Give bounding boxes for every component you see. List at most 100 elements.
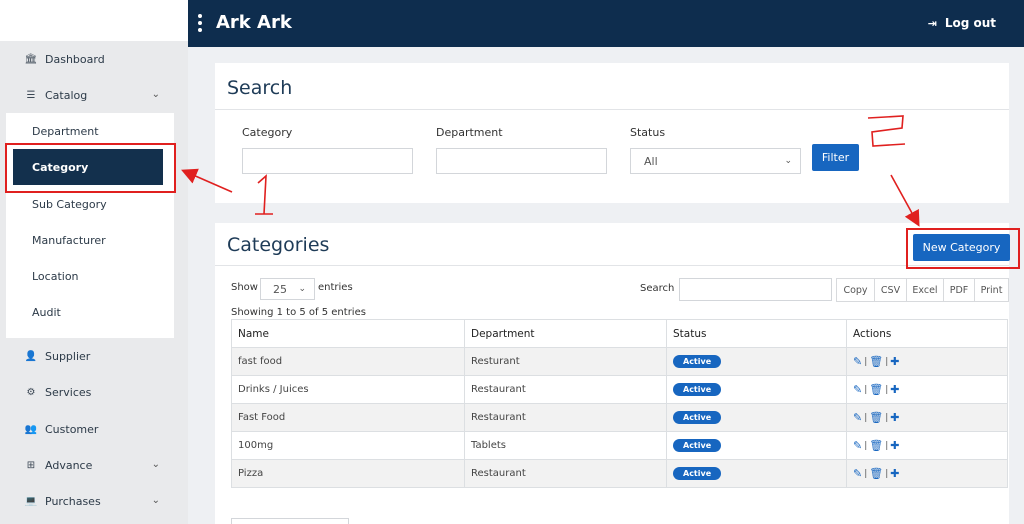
logout-icon: ⇥ — [927, 16, 937, 30]
trash-icon[interactable]: 🗑 — [869, 467, 883, 480]
sidebar: 🏛 Dashboard ☰ Catalog ⌄ Department Categ… — [0, 0, 188, 524]
cell-department: Tablets — [464, 431, 667, 460]
sidebar-item-advance[interactable]: ⊞ Advance ⌄ — [0, 447, 188, 483]
logout-label: Log out — [944, 16, 996, 30]
sidebar-item-label: Purchases — [45, 494, 101, 508]
sidebar-item-label: Advance — [45, 458, 93, 472]
sidebar-item-label: Customer — [45, 422, 99, 436]
list-icon: ☰ — [26, 89, 36, 101]
table-row: Fast Food Restaurant Active ✎ | 🗑 | ✚ — [231, 403, 1008, 432]
cell-name: 100mg — [231, 431, 465, 460]
cell-status: Active — [666, 347, 847, 376]
filter-button[interactable]: Filter — [812, 144, 859, 171]
table-header-row: Name Department Status Actions — [231, 319, 1008, 348]
column-header-name[interactable]: Name — [231, 319, 465, 348]
submenu-item-location[interactable]: Location — [6, 258, 174, 294]
department-label: Department — [436, 126, 503, 139]
plus-icon[interactable]: ✚ — [890, 383, 899, 396]
entries-label: entries — [318, 282, 353, 293]
cell-department: Restaurant — [464, 375, 667, 404]
entries-value: 25 — [273, 282, 287, 296]
table-row: Pizza Restaurant Active ✎ | 🗑 | ✚ — [231, 459, 1008, 488]
users-icon: 👥 — [24, 423, 38, 435]
pdf-button[interactable]: PDF — [943, 278, 975, 302]
edit-icon[interactable]: ✎ — [853, 439, 862, 452]
column-header-actions: Actions — [846, 319, 1008, 348]
edit-icon[interactable]: ✎ — [853, 467, 862, 480]
gear-icon: ⚙ — [26, 386, 36, 398]
entries-select[interactable]: 25 ⌄ — [260, 278, 315, 300]
copy-button[interactable]: Copy — [836, 278, 875, 302]
column-header-status[interactable]: Status — [666, 319, 847, 348]
status-select-value: All — [644, 154, 658, 168]
csv-button[interactable]: CSV — [874, 278, 907, 302]
status-badge: Active — [673, 411, 722, 424]
plus-icon[interactable]: ✚ — [890, 467, 899, 480]
sidebar-item-label: Dashboard — [45, 52, 105, 66]
plus-icon[interactable]: ✚ — [890, 439, 899, 452]
categories-table: Name Department Status Actions fast food… — [231, 319, 1008, 488]
trash-icon[interactable]: 🗑 — [869, 439, 883, 452]
bank-icon: 🏛 — [24, 53, 38, 65]
submenu-item-label: Department — [32, 124, 99, 138]
trash-icon[interactable]: 🗑 — [869, 355, 883, 368]
sidebar-logo-area — [0, 0, 188, 41]
cell-actions: ✎ | 🗑 | ✚ — [846, 375, 1008, 404]
sidebar-item-catalog[interactable]: ☰ Catalog ⌄ — [0, 77, 188, 113]
edit-icon[interactable]: ✎ — [853, 383, 862, 396]
sidebar-item-supplier[interactable]: 👤 Supplier — [0, 338, 188, 374]
edit-icon[interactable]: ✎ — [853, 411, 862, 424]
category-label: Category — [242, 126, 293, 139]
submenu-item-label: Sub Category — [32, 197, 107, 211]
cell-name: fast food — [231, 347, 465, 376]
column-header-department[interactable]: Department — [464, 319, 667, 348]
plus-icon[interactable]: ✚ — [890, 355, 899, 368]
submenu-item-audit[interactable]: Audit — [6, 294, 174, 330]
chevron-down-icon: ⌄ — [151, 495, 160, 506]
table-row: Drinks / Juices Restaurant Active ✎ | 🗑 | ✚ — [231, 375, 1008, 404]
divider — [215, 109, 1009, 110]
menu-toggle-icon[interactable] — [198, 14, 202, 35]
sidebar-item-services[interactable]: ⚙ Services — [0, 374, 188, 410]
logout-button[interactable]: ⇥ Log out — [928, 16, 996, 30]
status-badge: Active — [673, 439, 722, 452]
cell-status: Active — [666, 375, 847, 404]
edit-icon[interactable]: ✎ — [853, 355, 862, 368]
cell-actions: ✎ | 🗑 | ✚ — [846, 347, 1008, 376]
cell-actions: ✎ | 🗑 | ✚ — [846, 459, 1008, 488]
plus-icon[interactable]: ✚ — [890, 411, 899, 424]
submenu-item-label: Audit — [32, 305, 61, 319]
department-input[interactable] — [436, 148, 607, 174]
showing-entries-text: Showing 1 to 5 of 5 entries — [231, 307, 366, 318]
trash-icon[interactable]: 🗑 — [869, 411, 883, 424]
print-button[interactable]: Print — [974, 278, 1009, 302]
chevron-down-icon: ⌄ — [784, 156, 792, 166]
cell-department: Restaurant — [464, 459, 667, 488]
chevron-down-icon: ⌄ — [151, 89, 160, 100]
sidebar-item-dashboard[interactable]: 🏛 Dashboard — [0, 41, 188, 77]
trash-icon[interactable]: 🗑 — [869, 383, 883, 396]
status-badge: Active — [673, 467, 722, 480]
cell-name: Fast Food — [231, 403, 465, 432]
annotation-highlight-category — [5, 143, 176, 193]
categories-title: Categories — [227, 234, 330, 256]
pagination[interactable] — [231, 518, 349, 524]
cell-status: Active — [666, 403, 847, 432]
user-icon: 👤 — [24, 350, 38, 362]
table-search-label: Search — [640, 283, 675, 294]
sidebar-item-label: Supplier — [45, 349, 91, 363]
status-select[interactable]: All ⌄ — [630, 148, 801, 174]
table-row: fast food Resturant Active ✎ | 🗑 | ✚ — [231, 347, 1008, 376]
table-search-input[interactable] — [679, 278, 832, 301]
sidebar-item-customer[interactable]: 👥 Customer — [0, 411, 188, 447]
status-badge: Active — [673, 383, 722, 396]
divider — [215, 265, 1009, 266]
submenu-item-manufacturer[interactable]: Manufacturer — [6, 222, 174, 258]
app-title: Ark Ark — [216, 12, 292, 33]
excel-button[interactable]: Excel — [906, 278, 944, 302]
top-header: Ark Ark ⇥ Log out — [188, 0, 1024, 47]
submenu-item-label: Location — [32, 269, 79, 283]
sidebar-item-purchases[interactable]: 💻 Purchases ⌄ — [0, 483, 188, 519]
annotation-highlight-new-category — [906, 228, 1020, 269]
category-input[interactable] — [242, 148, 413, 174]
